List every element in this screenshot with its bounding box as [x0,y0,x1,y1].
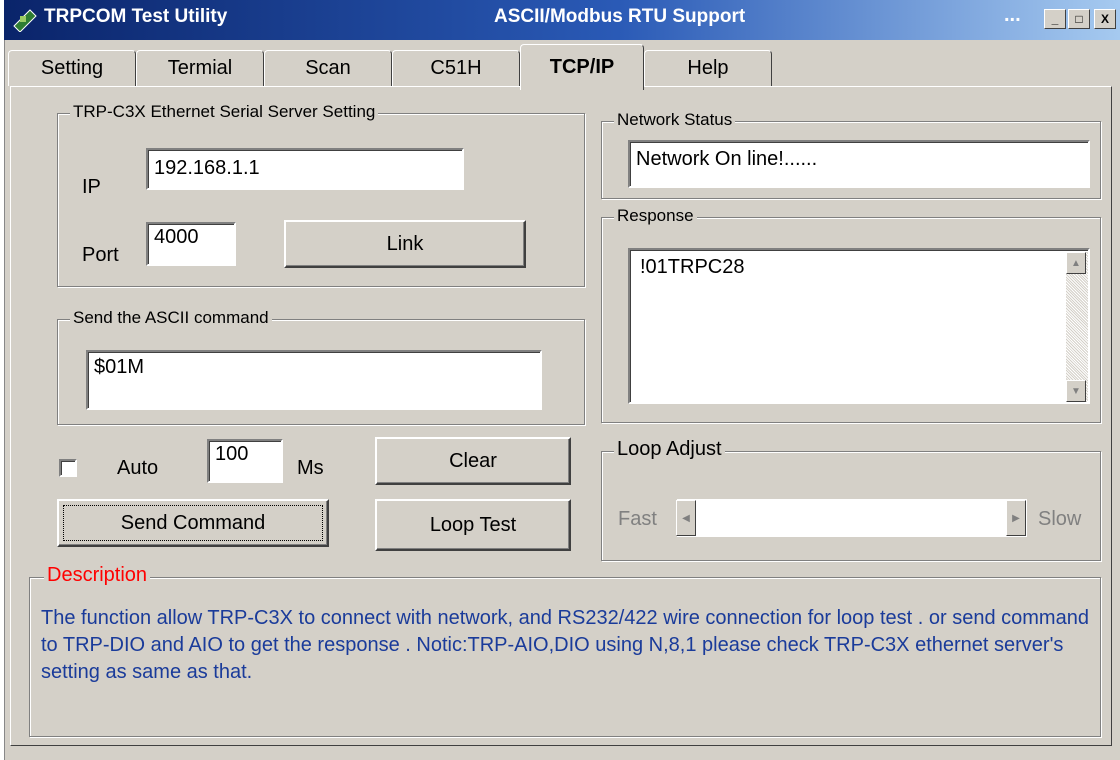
server-setting-legend: TRP-C3X Ethernet Serial Server Setting [70,102,379,122]
ascii-command-group: Send the ASCII command $01M [57,308,585,425]
network-status-legend: Network Status [614,110,736,130]
response-text: !01TRPC28 [640,256,745,278]
loop-adjust-legend: Loop Adjust [614,438,725,461]
close-icon: X [1100,12,1109,26]
window-subtitle: ASCII/Modbus RTU Support [494,6,746,27]
ascii-command-legend: Send the ASCII command [70,308,272,328]
tab-tcpip[interactable]: TCP/IP [520,44,644,90]
ms-label: Ms [297,457,324,479]
loop-adjust-group: Loop Adjust Fast ◀ ▶ Slow [601,438,1101,561]
title-dots: ... [1004,4,1021,26]
network-status-group: Network Status Network On line!...... [601,110,1101,199]
tab-c51h[interactable]: C51H [392,50,520,86]
link-button[interactable]: Link [284,220,526,268]
tcpip-panel: TRP-C3X Ethernet Serial Server Setting I… [10,86,1112,746]
maximize-icon: □ [1075,12,1083,26]
server-setting-group: TRP-C3X Ethernet Serial Server Setting I… [57,102,585,287]
port-input[interactable]: 4000 [146,222,236,266]
loop-test-button[interactable]: Loop Test [375,499,571,551]
clear-button[interactable]: Clear [375,437,571,485]
ip-input[interactable]: 192.168.1.1 [146,148,464,190]
slider-right-icon[interactable]: ▶ [1006,500,1026,536]
ip-label: IP [82,176,101,198]
minimize-button[interactable]: _ [1044,9,1066,29]
tab-scan[interactable]: Scan [264,50,392,86]
title-bar[interactable]: TRPCOM Test Utility ASCII/Modbus RTU Sup… [4,0,1120,40]
tab-help[interactable]: Help [644,50,772,86]
auto-checkbox[interactable] [59,459,77,477]
minimize-icon: _ [1051,12,1059,26]
close-button[interactable]: X [1094,9,1116,29]
slow-label: Slow [1038,508,1082,530]
app-icon [13,9,37,32]
slider-left-icon[interactable]: ◀ [676,500,696,536]
tab-strip: Setting Termial Scan C51H TCP/IP Help [4,44,1114,90]
description-text: The function allow TRP-C3X to connect wi… [41,607,1089,683]
scroll-down-icon[interactable]: ▼ [1066,380,1086,402]
loop-slider[interactable] [676,498,1028,538]
maximize-button[interactable]: □ [1068,9,1090,29]
description-legend: Description [44,564,151,587]
response-legend: Response [614,206,697,226]
fast-label: Fast [618,508,657,530]
scroll-up-icon[interactable]: ▲ [1066,252,1086,274]
window-title: TRPCOM Test Utility [44,6,228,27]
interval-input[interactable]: 100 [207,439,283,483]
port-label: Port [82,244,119,266]
tab-setting[interactable]: Setting [8,50,136,86]
send-command-button[interactable]: Send Command [57,499,329,547]
network-status-field: Network On line!...... [628,140,1090,188]
auto-label: Auto [117,457,159,479]
response-textarea[interactable]: !01TRPC28 [628,248,1090,404]
tab-termial[interactable]: Termial [136,50,264,86]
ascii-command-input[interactable]: $01M [86,350,542,410]
response-group: Response !01TRPC28 ▲ ▼ [601,206,1101,423]
